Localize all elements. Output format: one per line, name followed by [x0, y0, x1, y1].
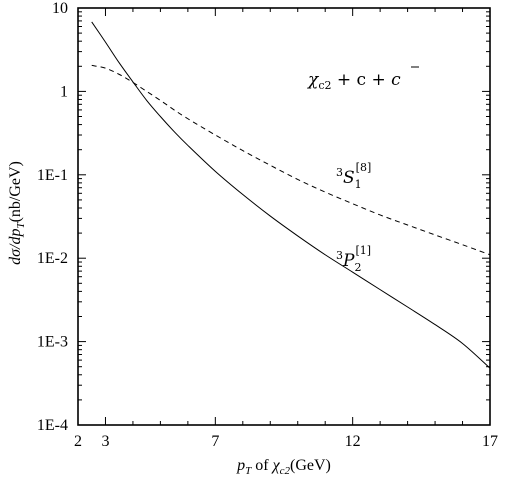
y-tick-label: 1E-1 — [37, 167, 68, 184]
y-tick-label: 1E-4 — [37, 417, 68, 434]
chart-background — [0, 0, 506, 477]
x-tick-label: 3 — [101, 433, 109, 450]
y-tick-label: 1E-3 — [37, 334, 68, 351]
y-tick-label: 1 — [60, 83, 68, 100]
y-tick-label: 1E-2 — [37, 250, 68, 267]
chart-figure: 2 3 7 12 171011E-11E-21E-31E-4 dσ/dpT(nb/GeV… — [0, 0, 506, 477]
x-tick-label: 17 — [482, 433, 498, 450]
y-tick-label: 10 — [52, 0, 68, 17]
x-tick-label: 7 — [211, 433, 219, 450]
x-tick-label: 12 — [345, 433, 361, 450]
x-tick-label: 2 — [74, 433, 82, 450]
